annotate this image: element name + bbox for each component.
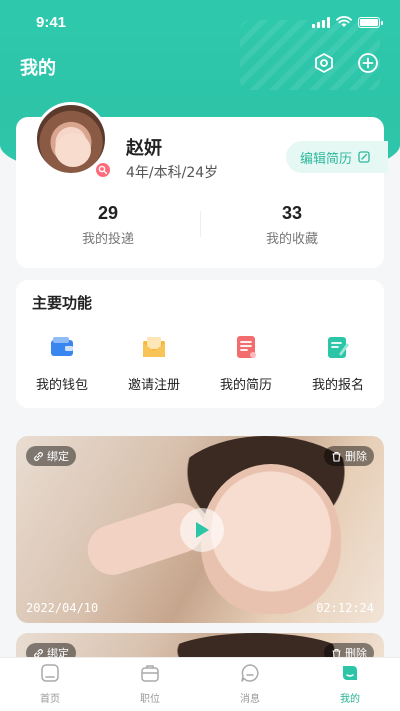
edit-resume-label: 编辑简历 xyxy=(300,151,353,167)
tab-me[interactable]: 我的 xyxy=(320,662,380,705)
edit-icon xyxy=(358,151,370,163)
main-functions-card: 主要功能 我的钱包 邀请注册 我的简历 我的报名 xyxy=(16,280,384,408)
function-label: 我的钱包 xyxy=(35,378,88,393)
link-icon xyxy=(34,451,43,461)
function-label: 邀请注册 xyxy=(127,378,180,393)
battery-icon xyxy=(358,16,383,28)
section-title: 主要功能 xyxy=(32,294,93,312)
wallet-icon xyxy=(51,337,73,356)
play-button[interactable] xyxy=(180,508,224,552)
tab-label: 我的 xyxy=(340,694,360,705)
message-icon xyxy=(241,664,259,682)
signal-icon xyxy=(312,16,330,28)
status-bar: 9:41 xyxy=(0,0,400,44)
profile-card: 赵妍 4年/本科/24岁 编辑简历 29 我的投递 33 我的收藏 xyxy=(16,102,388,268)
function-invite[interactable]: 邀请注册 xyxy=(114,334,194,393)
status-time: 9:41 xyxy=(36,14,67,31)
tab-home[interactable]: 首页 xyxy=(20,662,80,705)
stat-label: 我的收藏 xyxy=(265,232,318,247)
envelope-icon xyxy=(143,337,165,357)
user-name: 赵妍 xyxy=(126,138,162,159)
stat-applications[interactable]: 29 我的投递 xyxy=(16,203,200,247)
tab-jobs[interactable]: 职位 xyxy=(120,662,180,705)
settings-icon[interactable] xyxy=(313,52,335,74)
resume-icon xyxy=(237,336,256,358)
bind-button[interactable]: 绑定 xyxy=(26,446,76,466)
tab-label: 职位 xyxy=(140,694,160,705)
delete-label: 删除 xyxy=(345,450,367,463)
function-resume[interactable]: 我的简历 xyxy=(206,334,286,393)
add-icon[interactable] xyxy=(357,52,379,74)
tab-label: 消息 xyxy=(240,694,260,705)
play-icon xyxy=(196,522,209,538)
bind-label: 绑定 xyxy=(47,450,69,463)
function-label: 我的简历 xyxy=(219,378,272,393)
delete-button[interactable]: 删除 xyxy=(324,446,374,466)
avatar-badge-icon xyxy=(94,161,112,179)
tab-bar: 首页 职位 消息 我的 xyxy=(0,657,400,711)
home-icon xyxy=(41,664,59,682)
tab-messages[interactable]: 消息 xyxy=(220,662,280,705)
function-wallet[interactable]: 我的钱包 xyxy=(22,334,102,393)
trash-icon xyxy=(332,451,341,462)
video-card[interactable]: 绑定 删除 2022/04/10 02:12:24 xyxy=(16,436,384,623)
video-duration: 02:12:24 xyxy=(316,601,374,615)
stat-favorites[interactable]: 33 我的收藏 xyxy=(200,203,384,247)
stat-label: 我的投递 xyxy=(81,232,134,247)
tab-label: 首页 xyxy=(40,694,60,705)
me-icon xyxy=(343,666,357,680)
video-date: 2022/04/10 xyxy=(26,601,99,615)
edit-resume-button[interactable]: 编辑简历 xyxy=(286,141,388,173)
function-label: 我的报名 xyxy=(311,378,364,393)
briefcase-icon xyxy=(141,665,159,682)
user-meta: 4年/本科/24岁 xyxy=(126,165,219,181)
page-title: 我的 xyxy=(20,58,56,79)
wifi-icon xyxy=(336,16,352,27)
stat-value: 33 xyxy=(281,203,303,223)
signup-icon xyxy=(328,337,349,358)
status-icons xyxy=(312,16,383,28)
function-signup[interactable]: 我的报名 xyxy=(298,334,378,393)
stat-value: 29 xyxy=(97,203,119,223)
